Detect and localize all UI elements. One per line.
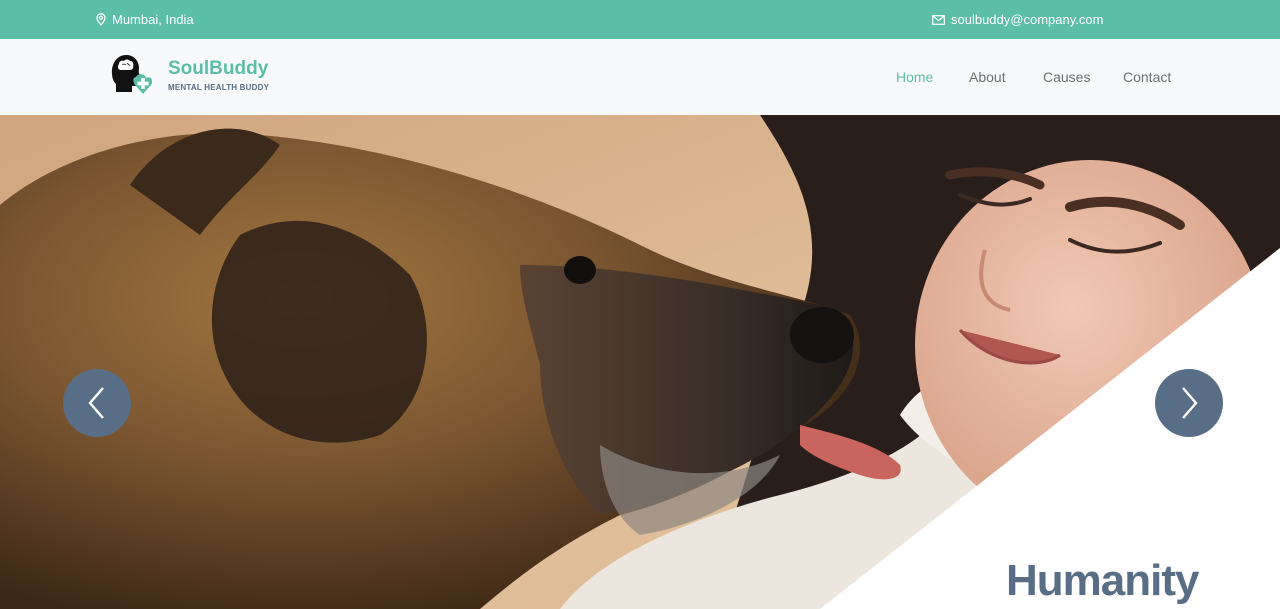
- main-navbar: SoulBuddy MENTAL HEALTH BUDDY Home About…: [0, 39, 1280, 115]
- location-text: Mumbai, India: [112, 12, 194, 27]
- hero-title: Humanity: [1006, 556, 1199, 605]
- dog-licking-woman-photo: [0, 115, 1280, 609]
- email-info[interactable]: soulbuddy@company.com: [932, 12, 1103, 27]
- location-info: Mumbai, India: [96, 12, 194, 27]
- slider-next-button[interactable]: [1155, 369, 1223, 437]
- chevron-right-icon: [1182, 387, 1198, 419]
- nav-item-home[interactable]: Home: [896, 67, 933, 87]
- nav-item-contact[interactable]: Contact: [1123, 67, 1171, 87]
- nav-item-causes[interactable]: Causes: [1043, 67, 1090, 87]
- chevron-left-icon: [88, 387, 104, 419]
- nav-item-about[interactable]: About: [969, 67, 1006, 87]
- email-link[interactable]: soulbuddy@company.com: [951, 12, 1103, 27]
- top-info-bar: Mumbai, India soulbuddy@company.com: [0, 0, 1280, 39]
- hero-slider: Humanity: [0, 115, 1280, 609]
- slider-prev-button[interactable]: [63, 369, 131, 437]
- envelope-icon: [932, 14, 945, 25]
- primary-nav: Home About Causes Contact: [0, 67, 1280, 87]
- map-pin-icon: [96, 13, 106, 26]
